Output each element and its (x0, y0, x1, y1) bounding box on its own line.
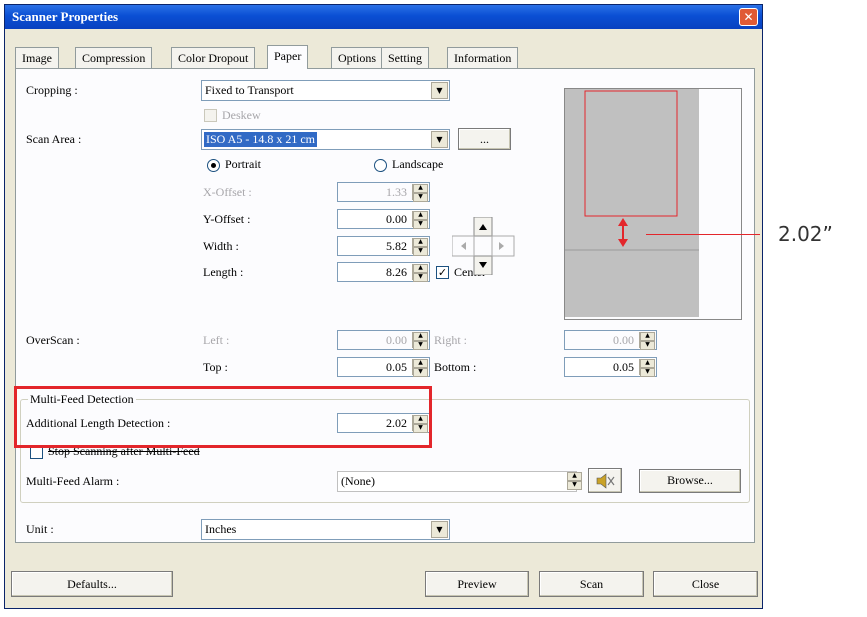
tab-color-dropout[interactable]: Color Dropout (171, 47, 256, 68)
spin-up-icon[interactable]: ▲ (640, 359, 655, 368)
unit-value: Inches (205, 522, 237, 536)
spin-down-icon[interactable]: ▼ (413, 341, 428, 350)
width-value: 5.82 (386, 239, 407, 253)
spin-up-icon[interactable]: ▲ (413, 184, 428, 193)
window-title: Scanner Properties (12, 9, 119, 24)
spin-up-icon[interactable]: ▲ (413, 359, 428, 368)
scan-area-label: Scan Area : (26, 132, 82, 146)
scan-button[interactable]: Scan (539, 571, 644, 597)
scan-area-value: ISO A5 - 14.8 x 21 cm (204, 132, 317, 147)
unit-label: Unit : (26, 522, 54, 536)
chevron-down-icon[interactable]: ▼ (431, 521, 448, 538)
x-offset-spinner[interactable]: 1.33 ▲ ▼ (337, 182, 430, 202)
spin-down-icon[interactable]: ▼ (413, 193, 428, 202)
deskew-label: Deskew (222, 108, 261, 122)
spin-down-icon[interactable]: ▼ (640, 368, 655, 377)
overscan-bottom-spinner[interactable]: 0.05 ▲ ▼ (564, 357, 657, 377)
spin-down-icon[interactable]: ▼ (413, 368, 428, 377)
overscan-left-label: Left : (203, 333, 230, 347)
spin-down-icon[interactable]: ▼ (413, 273, 428, 282)
preview-button[interactable]: Preview (425, 571, 529, 597)
offset-direction-pad[interactable] (452, 217, 516, 275)
overscan-right-spinner[interactable]: 0.00 ▲ ▼ (564, 330, 657, 350)
overscan-right-label: Right : (434, 333, 468, 347)
spin-up-icon[interactable]: ▲ (567, 472, 582, 481)
width-spinner[interactable]: 5.82 ▲ ▼ (337, 236, 430, 256)
cropping-value: Fixed to Transport (205, 83, 294, 97)
cropping-select[interactable]: Fixed to Transport ▼ (201, 80, 450, 101)
multifeed-alarm-label: Multi-Feed Alarm : (26, 474, 120, 488)
spin-up-icon[interactable]: ▲ (413, 332, 428, 341)
chevron-down-icon[interactable]: ▼ (431, 131, 448, 148)
cropping-label: Cropping : (26, 83, 78, 97)
y-offset-spinner[interactable]: 0.00 ▲ ▼ (337, 209, 430, 229)
deskew-checkbox[interactable] (204, 109, 217, 122)
speaker-icon (596, 473, 615, 489)
spin-up-icon[interactable]: ▲ (413, 238, 428, 247)
speaker-button[interactable] (588, 468, 622, 493)
overscan-bottom-label: Bottom : (434, 360, 477, 374)
y-offset-value: 0.00 (386, 212, 407, 226)
portrait-label: Portrait (225, 157, 261, 171)
scan-area-select[interactable]: ISO A5 - 14.8 x 21 cm ▼ (201, 129, 450, 150)
overscan-label: OverScan : (26, 333, 80, 347)
defaults-button[interactable]: Defaults... (11, 571, 173, 597)
tab-setting[interactable]: Setting (381, 47, 430, 68)
paper-preview (564, 88, 742, 320)
callout-line (646, 234, 760, 235)
overscan-top-spinner[interactable]: 0.05 ▲ ▼ (337, 357, 430, 377)
overscan-left-value: 0.00 (386, 333, 407, 347)
unit-select[interactable]: Inches ▼ (201, 519, 450, 540)
landscape-radio[interactable] (374, 159, 387, 172)
tab-label: Options (338, 51, 377, 65)
scan-area-more-button[interactable]: ... (458, 128, 511, 150)
width-label: Width : (203, 239, 239, 253)
overscan-bottom-value: 0.05 (613, 360, 634, 374)
tab-label: Compression (82, 51, 146, 65)
spin-up-icon[interactable]: ▲ (413, 264, 428, 273)
tab-image[interactable]: Image (15, 47, 59, 68)
browse-button[interactable]: Browse... (639, 469, 741, 493)
title-bar[interactable]: Scanner Properties ✕ (5, 5, 762, 29)
x-offset-label: X-Offset : (203, 185, 252, 199)
multifeed-alarm-value: (None) (341, 474, 375, 488)
paper-panel: Cropping : Fixed to Transport ▼ Deskew S… (15, 68, 755, 543)
overscan-top-value: 0.05 (386, 360, 407, 374)
overscan-left-spinner[interactable]: 0.00 ▲ ▼ (337, 330, 430, 350)
tab-label: Setting (388, 51, 423, 65)
tab-label: Paper (274, 49, 302, 63)
spin-up-icon[interactable]: ▲ (413, 211, 428, 220)
tab-information[interactable]: Information (447, 47, 519, 68)
spin-up-icon[interactable]: ▲ (640, 332, 655, 341)
spin-down-icon[interactable]: ▼ (640, 341, 655, 350)
tab-options[interactable]: Options (331, 47, 384, 68)
length-spinner[interactable]: 8.26 ▲ ▼ (337, 262, 430, 282)
tab-label: Color Dropout (178, 51, 249, 65)
tab-compression[interactable]: Compression (75, 47, 153, 68)
portrait-radio[interactable] (207, 159, 220, 172)
spin-down-icon[interactable]: ▼ (413, 220, 428, 229)
tab-paper[interactable]: Paper (267, 45, 309, 69)
callout-label: 2.02” (778, 222, 833, 246)
length-value: 8.26 (386, 265, 407, 279)
overscan-top-label: Top : (203, 360, 228, 374)
overscan-right-value: 0.00 (613, 333, 634, 347)
y-offset-label: Y-Offset : (203, 212, 251, 226)
alarm-spinner[interactable]: ▲ ▼ (563, 471, 583, 491)
multifeed-alarm-field[interactable]: (None) (337, 471, 577, 492)
landscape-label: Landscape (392, 157, 444, 171)
center-checkbox[interactable]: ✓ (436, 266, 449, 279)
close-button[interactable]: Close (653, 571, 758, 597)
scanner-properties-dialog: Scanner Properties ✕ Image Compression C… (4, 4, 763, 609)
spin-down-icon[interactable]: ▼ (413, 247, 428, 256)
length-label: Length : (203, 265, 244, 279)
x-offset-value: 1.33 (386, 185, 407, 199)
highlight-box (14, 386, 432, 448)
tab-label: Image (22, 51, 52, 65)
spin-down-icon[interactable]: ▼ (567, 481, 582, 490)
close-window-button[interactable]: ✕ (739, 8, 758, 26)
chevron-down-icon[interactable]: ▼ (431, 82, 448, 99)
tab-label: Information (454, 51, 512, 65)
